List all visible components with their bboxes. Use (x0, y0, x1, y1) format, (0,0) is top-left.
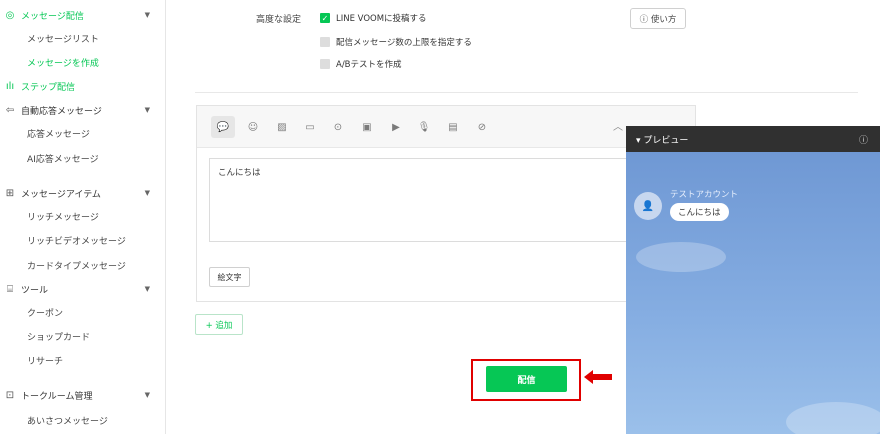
advanced-settings-label: 高度な設定 (256, 15, 302, 25)
sidebar-item-reply-message[interactable]: 応答メッセージ (27, 124, 90, 142)
sidebar-item-rich-message[interactable]: リッチメッセージ (27, 207, 99, 225)
howto-button[interactable]: ⓘ 使い方 (630, 8, 686, 29)
sidebar-section-auto-reply[interactable]: ⇦ 自動応答メッセージ ▼ (0, 100, 166, 120)
sidebar-section-label: メッセージアイテム (21, 189, 101, 200)
sidebar-section-label: 自動応答メッセージ (21, 106, 102, 117)
option-line-voom[interactable]: ✓ LINE VOOMに投稿する (320, 11, 427, 25)
option-label: 配信メッセージ数の上限を指定する (336, 38, 472, 48)
sidebar-item-coupon[interactable]: クーポン (27, 303, 63, 321)
step-icon: ılı (5, 80, 15, 92)
tools-icon: ⌸ (7, 283, 13, 295)
chevron-down-icon: ▼ (144, 391, 150, 399)
info-icon[interactable]: ⓘ (859, 133, 868, 146)
chevron-down-icon: ▼ (144, 11, 150, 19)
sidebar-item-create-message[interactable]: メッセージを作成 (27, 53, 99, 71)
sidebar-item-greeting-message[interactable]: あいさつメッセージ (27, 411, 108, 429)
broadcast-icon: ◎ (5, 9, 15, 21)
auto-reply-icon: ⇦ (5, 104, 15, 116)
editor-toolbar: 💬 ☺ ▨ ▭ ⊙ ▣ ▶ 🎙 ▤ ⊘ ︿ (197, 106, 695, 148)
audio-icon[interactable]: 🎙 (414, 117, 434, 137)
video-icon[interactable]: ▶ (386, 117, 406, 137)
sidebar-section-step-delivery[interactable]: ılı ステップ配信 (0, 76, 166, 96)
sidebar: ◎ メッセージ配信 ▼ メッセージリスト メッセージを作成 ılı ステップ配信… (0, 0, 166, 434)
option-label: LINE VOOMに投稿する (336, 14, 427, 24)
preview-header[interactable]: ▾ プレビュー ⓘ (626, 126, 880, 152)
message-textarea[interactable]: こんにちは (209, 158, 629, 242)
sidebar-section-label: ステップ配信 (21, 82, 76, 93)
rich-message-icon[interactable]: ⊙ (328, 117, 348, 137)
sidebar-section-label: ツール (21, 285, 49, 296)
coupon-icon[interactable]: ▭ (300, 117, 320, 137)
sidebar-item-rich-video-message[interactable]: リッチビデオメッセージ (27, 231, 126, 249)
emoji-button[interactable]: 絵文字 (209, 267, 250, 287)
sidebar-item-research[interactable]: リサーチ (27, 351, 63, 369)
cloud-decoration (636, 242, 726, 272)
preview-panel: ▾ プレビュー ⓘ 👤 テストアカウント こんにちは (626, 126, 880, 434)
message-item-icon: ⊞ (5, 187, 15, 199)
card-message-icon[interactable]: ⊘ (472, 117, 492, 137)
sidebar-item-message-list[interactable]: メッセージリスト (27, 29, 99, 47)
avatar: 👤 (634, 192, 662, 220)
option-ab-test[interactable]: A/Bテストを作成 (320, 57, 402, 71)
sidebar-section-message-items[interactable]: ⊞ メッセージアイテム ▼ (0, 183, 166, 203)
cloud-decoration (786, 402, 880, 434)
option-limit-messages[interactable]: 配信メッセージ数の上限を指定する (320, 35, 472, 49)
preview-chat-area: 👤 テストアカウント こんにちは (626, 152, 880, 434)
research-icon[interactable]: ▤ (443, 117, 463, 137)
chevron-down-icon: ▼ (144, 189, 150, 197)
sidebar-item-shop-card[interactable]: ショップカード (27, 327, 90, 345)
checkbox-unchecked-icon[interactable] (320, 59, 330, 69)
option-label: A/Bテストを作成 (336, 60, 402, 70)
message-editor: 💬 ☺ ▨ ▭ ⊙ ▣ ▶ 🎙 ▤ ⊘ ︿ こんにちは 絵文字 (196, 105, 696, 302)
chevron-up-icon[interactable]: ︿ (613, 118, 623, 133)
sidebar-section-label: トークルーム管理 (21, 391, 93, 402)
sidebar-section-tools[interactable]: ⌸ ツール ▼ (0, 279, 166, 299)
arrow-left-icon (584, 370, 612, 384)
send-button[interactable]: 配信 (486, 366, 567, 392)
chevron-down-icon: ▼ (144, 106, 150, 114)
checkbox-checked-icon[interactable]: ✓ (320, 13, 330, 23)
sticker-icon[interactable]: ☺ (243, 117, 263, 137)
sidebar-section-message-broadcast[interactable]: ◎ メッセージ配信 ▼ (0, 5, 166, 25)
add-button[interactable]: + 追加 (195, 314, 243, 335)
talkroom-icon: ⊡ (5, 389, 15, 401)
preview-title: ▾ プレビュー (636, 135, 689, 146)
sidebar-section-talkroom[interactable]: ⊡ トークルーム管理 ▼ (0, 385, 166, 405)
rich-video-icon[interactable]: ▣ (357, 117, 377, 137)
sidebar-item-ai-reply-message[interactable]: AI応答メッセージ (27, 149, 99, 167)
preview-message-bubble: こんにちは (670, 203, 729, 221)
image-icon[interactable]: ▨ (272, 117, 292, 137)
page-root: ◎ メッセージ配信 ▼ メッセージリスト メッセージを作成 ılı ステップ配信… (0, 0, 880, 434)
divider (195, 92, 858, 93)
sidebar-section-label: メッセージ配信 (21, 11, 84, 22)
chevron-down-icon: ▼ (144, 285, 150, 293)
sidebar-item-card-message[interactable]: カードタイプメッセージ (27, 256, 126, 274)
speech-bubble-icon[interactable]: 💬 (211, 116, 235, 138)
checkbox-unchecked-icon[interactable] (320, 37, 330, 47)
account-name: テストアカウント (670, 190, 739, 200)
